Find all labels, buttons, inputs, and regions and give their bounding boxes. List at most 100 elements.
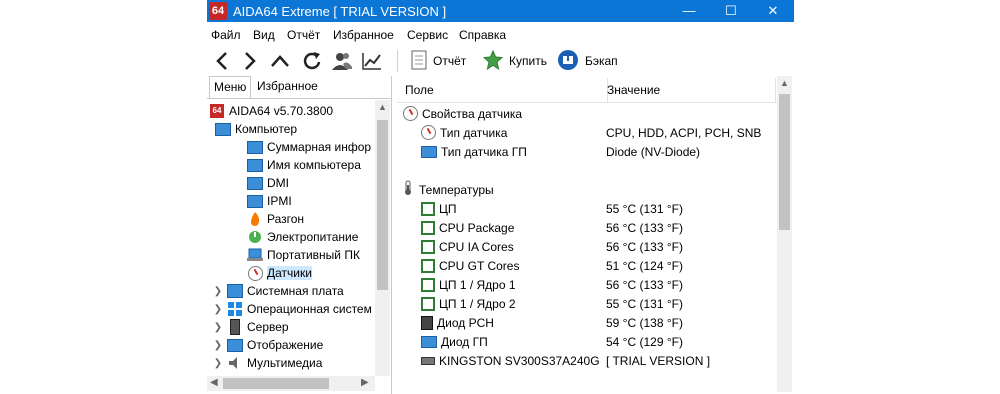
- tree-item-dmi[interactable]: DMI: [247, 174, 289, 192]
- scroll-up-icon[interactable]: ▲: [378, 102, 387, 112]
- tree-item-display[interactable]: ❯ Отображение: [213, 336, 324, 354]
- backup-button[interactable]: Бэкап: [557, 49, 618, 73]
- expand-chevron-icon[interactable]: ❯: [213, 340, 223, 351]
- drive-icon: [421, 356, 435, 365]
- tree-item-motherboard[interactable]: ❯ Системная плата: [213, 282, 344, 300]
- chip-icon: [421, 315, 433, 330]
- expand-chevron-icon[interactable]: ❯: [213, 286, 223, 297]
- monitor-icon: [421, 335, 437, 348]
- cpu-icon: [421, 201, 435, 216]
- tree-item-aida64[interactable]: 64 AIDA64 v5.70.3800: [209, 102, 333, 120]
- menu-favorites[interactable]: Избранное: [333, 28, 394, 42]
- server-icon: [227, 319, 243, 335]
- monitor-icon: [247, 175, 263, 191]
- details-scroll-thumb[interactable]: [779, 94, 790, 230]
- list-row[interactable]: ЦП 55 °C (131 °F): [397, 199, 777, 218]
- cpu-icon: [421, 277, 435, 292]
- list-row[interactable]: Диод PCH 59 °C (138 °F): [397, 313, 777, 332]
- up-icon[interactable]: [267, 48, 293, 74]
- tree-item-laptop[interactable]: Портативный ПК: [247, 246, 360, 264]
- window-title: AIDA64 Extreme [ TRIAL VERSION ]: [233, 4, 447, 19]
- tree-item-sensors[interactable]: Датчики: [247, 264, 312, 282]
- scroll-left-icon[interactable]: ◀: [210, 377, 218, 388]
- gauge-icon: [403, 106, 418, 121]
- buy-label: Купить: [509, 54, 547, 68]
- thermometer-icon: [403, 180, 413, 199]
- tab-menu[interactable]: Меню: [209, 76, 252, 98]
- chart-icon[interactable]: [359, 48, 385, 74]
- menu-service[interactable]: Сервис: [407, 28, 448, 42]
- list-row[interactable]: ЦП 1 / Ядро 2 55 °C (131 °F): [397, 294, 777, 313]
- expand-chevron-icon[interactable]: ❯: [213, 358, 223, 369]
- tree-scroll-thumb[interactable]: [377, 120, 388, 290]
- toolbar-separator: [397, 50, 398, 72]
- aida-app-icon: 64: [209, 2, 227, 20]
- report-button[interactable]: Отчёт: [411, 49, 466, 73]
- toolbar: Отчёт Купить Бэкап: [207, 46, 794, 76]
- tree-item-os[interactable]: ❯ Операционная систем: [213, 300, 372, 318]
- list-row-group[interactable]: Свойства датчика: [397, 104, 777, 123]
- list-row[interactable]: Тип датчика CPU, HDD, ACPI, PCH, SNB: [397, 123, 777, 142]
- details-pane: Поле Значение Свойства датчика Тип датчи…: [397, 76, 794, 394]
- monitor-icon: [421, 145, 437, 158]
- flame-icon: [247, 211, 263, 227]
- details-vertical-scrollbar[interactable]: ▲: [777, 76, 792, 392]
- motherboard-icon: [227, 283, 243, 299]
- speaker-icon: [227, 355, 243, 371]
- tree-item-computer[interactable]: Компьютер: [215, 120, 297, 138]
- display-icon: [227, 337, 243, 353]
- tree-item-ipmi[interactable]: IPMI: [247, 192, 292, 210]
- menu-help[interactable]: Справка: [459, 28, 506, 42]
- tree-horizontal-scrollbar[interactable]: ◀ ▶: [207, 376, 375, 391]
- cpu-icon: [421, 220, 435, 235]
- close-button[interactable]: ✕: [752, 0, 794, 22]
- backup-label: Бэкап: [585, 54, 618, 68]
- monitor-icon: [247, 139, 263, 155]
- column-header-field[interactable]: Поле: [397, 78, 608, 102]
- tab-favorites[interactable]: Избранное: [253, 76, 322, 97]
- menu-view[interactable]: Вид: [253, 28, 275, 42]
- report-label: Отчёт: [433, 54, 467, 68]
- gauge-icon: [421, 125, 436, 140]
- header-divider: [397, 102, 777, 103]
- tree-item-overclock[interactable]: Разгон: [247, 210, 304, 228]
- expand-chevron-icon[interactable]: ❯: [213, 322, 223, 333]
- cpu-icon: [421, 296, 435, 311]
- refresh-icon[interactable]: [299, 48, 325, 74]
- list-row[interactable]: Тип датчика ГП Diode (NV-Diode): [397, 142, 777, 161]
- minimize-button[interactable]: —: [668, 0, 710, 22]
- cpu-icon: [421, 239, 435, 254]
- app-window: 64 AIDA64 Extreme [ TRIAL VERSION ] — ☐ …: [207, 0, 794, 394]
- star-icon: [482, 49, 504, 73]
- column-header-value[interactable]: Значение: [607, 78, 776, 102]
- tree-hscroll-thumb[interactable]: [223, 378, 329, 389]
- tree-item-summary[interactable]: Суммарная инфор: [247, 138, 371, 156]
- buy-button[interactable]: Купить: [482, 49, 547, 73]
- list-row[interactable]: KINGSTON SV300S37A240G [ TRIAL VERSION ]: [397, 351, 777, 370]
- list-row[interactable]: CPU Package 56 °C (133 °F): [397, 218, 777, 237]
- maximize-button[interactable]: ☐: [710, 0, 752, 22]
- list-row[interactable]: CPU GT Cores 51 °C (124 °F): [397, 256, 777, 275]
- users-icon[interactable]: [329, 48, 355, 74]
- power-icon: [247, 229, 263, 245]
- laptop-icon: [247, 247, 263, 263]
- tree-item-computer-name[interactable]: Имя компьютера: [247, 156, 361, 174]
- tree-vertical-scrollbar[interactable]: ▲: [375, 100, 390, 376]
- expand-chevron-icon[interactable]: ❯: [213, 304, 223, 315]
- list-row-group[interactable]: Температуры: [397, 180, 777, 199]
- tree-item-power[interactable]: Электропитание: [247, 228, 358, 246]
- list-row[interactable]: ЦП 1 / Ядро 1 56 °C (133 °F): [397, 275, 777, 294]
- title-bar: 64 AIDA64 Extreme [ TRIAL VERSION ] — ☐ …: [207, 0, 794, 22]
- forward-icon[interactable]: [237, 48, 263, 74]
- scroll-up-icon[interactable]: ▲: [780, 78, 789, 88]
- menu-file[interactable]: Файл: [211, 28, 241, 42]
- back-icon[interactable]: [209, 48, 235, 74]
- tree-item-server[interactable]: ❯ Сервер: [213, 318, 289, 336]
- menu-report[interactable]: Отчёт: [287, 28, 320, 42]
- scroll-right-icon[interactable]: ▶: [361, 377, 369, 388]
- list-row[interactable]: Диод ГП 54 °C (129 °F): [397, 332, 777, 351]
- computer-icon: [215, 121, 231, 137]
- tree-item-multimedia[interactable]: ❯ Мультимедиа: [213, 354, 323, 372]
- list-row[interactable]: CPU IA Cores 56 °C (133 °F): [397, 237, 777, 256]
- backup-icon: [557, 49, 579, 74]
